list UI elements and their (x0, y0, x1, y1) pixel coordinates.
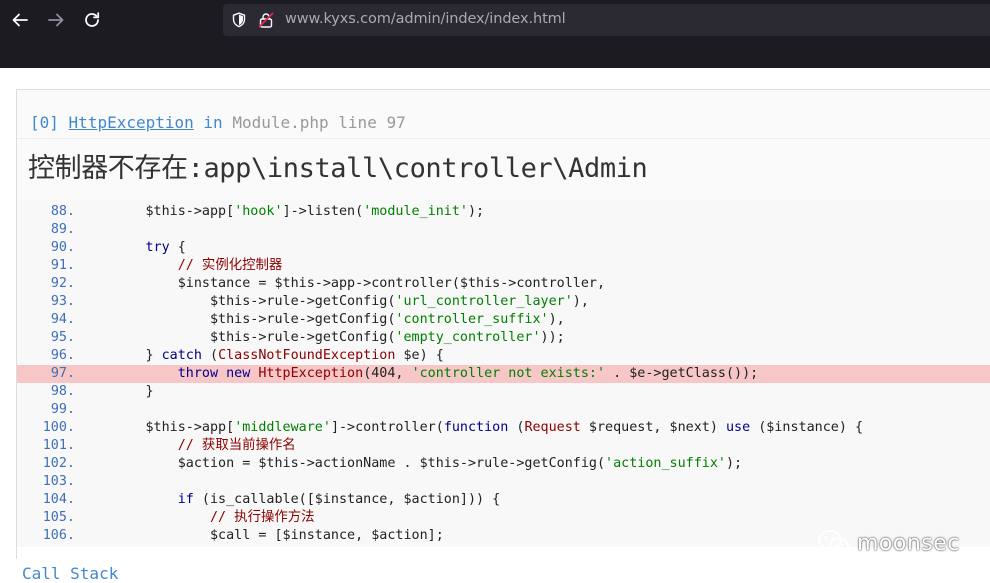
line-source: throw new HttpException(404, 'controller… (177, 366, 759, 381)
code-line: 92. $instance = $this->app->controller($… (17, 275, 990, 293)
line-source: $this->rule->getConfig('controller_suffi… (81, 312, 565, 327)
line-source: $this->rule->getConfig('empty_controller… (81, 330, 565, 345)
line-number: 101. (42, 438, 75, 453)
line-number: 104. (42, 492, 75, 507)
code-line: 91. // 实例化控制器 (17, 257, 990, 275)
line-number: 99. (50, 402, 75, 417)
exception-location: [0] HttpException in Module.php line 97 (30, 113, 406, 132)
source-code-block: 88. $this->app['hook']->listen('module_i… (17, 200, 990, 547)
code-line: 93. $this->rule->getConfig('url_controll… (17, 293, 990, 311)
watermark-text: moonsec (857, 530, 960, 556)
line-source: } (81, 384, 154, 399)
code-line: 105. // 执行操作方法 (17, 509, 990, 527)
shield-icon (232, 12, 246, 28)
line-source: // 实例化控制器 (177, 258, 283, 273)
call-stack-heading: Call Stack (22, 564, 119, 583)
code-line: 88. $this->app['hook']->listen('module_i… (17, 203, 990, 221)
address-bar[interactable]: www.kyxs.com/admin/index/index.html (223, 4, 990, 36)
line-number: 90. (50, 240, 75, 255)
watermark: moonsec (817, 527, 960, 559)
line-number: 92. (50, 276, 75, 291)
browser-toolbar: www.kyxs.com/admin/index/index.html (0, 0, 990, 68)
line-source: $this->app['middleware']->controller(fun… (81, 420, 864, 435)
back-button[interactable] (6, 6, 34, 34)
exception-class-link[interactable]: HttpException (69, 113, 194, 132)
line-number: 100. (42, 420, 75, 435)
line-source: $this->app['hook']->listen('module_init'… (81, 204, 485, 219)
line-number: 102. (42, 456, 75, 471)
line-source: $instance = $this->app->controller($this… (81, 276, 606, 291)
insecure-lock-icon (258, 12, 274, 28)
line-number: 106. (42, 528, 75, 543)
exception-header: [0] HttpException in Module.php line 97 … (17, 90, 990, 201)
exception-message: 控制器不存在:app\install\controller\Admin (28, 153, 648, 184)
line-number: 93. (50, 294, 75, 309)
line-source: $call = [$instance, $action]; (81, 528, 444, 543)
line-number: 95. (50, 330, 75, 345)
line-number: 91. (50, 258, 75, 273)
exception-file-line: Module.php line 97 (232, 113, 406, 132)
line-source: $this->rule->getConfig('url_controller_l… (81, 294, 589, 309)
url-path: /admin/index/index.html (390, 11, 566, 27)
code-line: 98. } (17, 383, 990, 401)
line-source: try { (145, 240, 186, 255)
line-number: 103. (42, 474, 75, 489)
code-line: 90. try { (17, 239, 990, 257)
code-line: 96. } catch (ClassNotFoundException $e) … (17, 347, 990, 365)
line-number: 94. (50, 312, 75, 327)
code-line-highlighted: 97. throw new HttpException(404, 'contro… (17, 365, 990, 383)
connection-info-button[interactable] (258, 12, 274, 28)
line-source: $action = $this->actionName . $this->rul… (81, 456, 743, 471)
line-source: // 获取当前操作名 (177, 438, 296, 453)
exception-in-word: in (203, 113, 223, 132)
code-line: 103. (17, 473, 990, 491)
code-line: 94. $this->rule->getConfig('controller_s… (17, 311, 990, 329)
exception-index: [0] (30, 113, 59, 132)
url-text[interactable]: www.kyxs.com/admin/index/index.html (285, 11, 566, 27)
wechat-icon (818, 530, 849, 555)
code-line: 102. $action = $this->actionName . $this… (17, 455, 990, 473)
line-number: 96. (50, 348, 75, 363)
exception-panel: [0] HttpException in Module.php line 97 … (16, 89, 990, 559)
reload-icon (85, 12, 100, 27)
code-line: 104. if (is_callable([$instance, $action… (17, 491, 990, 509)
line-source: // 执行操作方法 (210, 510, 315, 525)
forward-arrow-icon (48, 13, 64, 27)
forward-button[interactable] (42, 6, 70, 34)
site-shield-button[interactable] (231, 12, 247, 28)
line-number: 89. (50, 222, 75, 237)
url-host: www.kyxs.com (285, 11, 391, 27)
line-number: 98. (50, 384, 75, 399)
line-number: 105. (42, 510, 75, 525)
code-line: 101. // 获取当前操作名 (17, 437, 990, 455)
code-line: 100. $this->app['middleware']->controlle… (17, 419, 990, 437)
line-number: 88. (50, 204, 75, 219)
line-number: 97. (50, 366, 75, 381)
code-line: 89. (17, 221, 990, 239)
line-source: } catch (ClassNotFoundException $e) { (81, 348, 444, 363)
header-divider (17, 138, 990, 139)
code-line: 95. $this->rule->getConfig('empty_contro… (17, 329, 990, 347)
back-arrow-icon (12, 13, 28, 27)
line-source: if (is_callable([$instance, $action])) { (177, 492, 501, 507)
code-line: 99. (17, 401, 990, 419)
reload-button[interactable] (78, 6, 106, 34)
